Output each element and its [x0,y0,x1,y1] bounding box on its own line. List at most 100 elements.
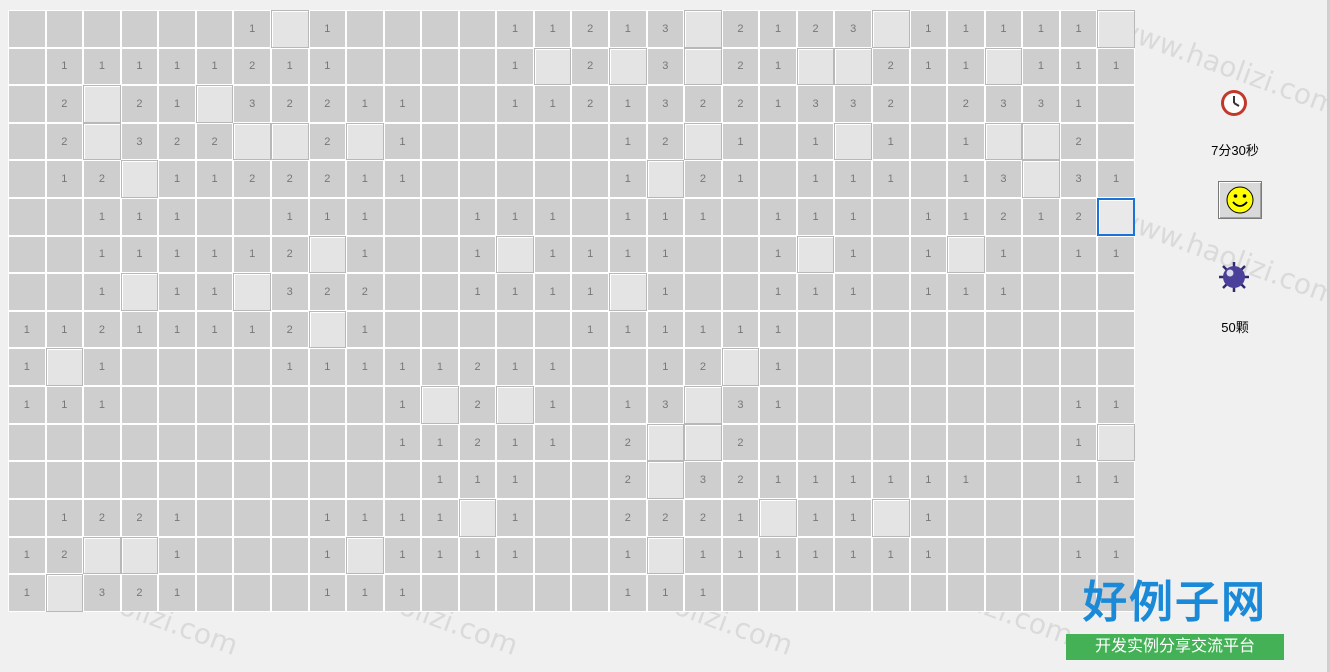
empty-cell[interactable] [8,10,46,48]
hidden-cell[interactable] [496,235,534,274]
number-cell[interactable]: 1 [158,235,196,274]
empty-cell[interactable] [909,310,948,349]
number-cell[interactable]: 1 [383,423,422,462]
empty-cell[interactable] [834,574,872,612]
number-cell[interactable]: 2 [609,461,647,499]
empty-cell[interactable] [533,574,572,612]
empty-cell[interactable] [8,273,46,311]
number-cell[interactable]: 2 [947,85,985,123]
hidden-cell[interactable] [796,235,835,274]
number-cell[interactable]: 1 [458,273,497,311]
number-cell[interactable]: 1 [346,85,384,123]
number-cell[interactable]: 3 [646,85,685,123]
number-cell[interactable]: 1 [383,498,422,537]
number-cell[interactable]: 2 [571,47,609,86]
number-cell[interactable]: 1 [871,536,910,575]
number-cell[interactable]: 1 [759,85,797,123]
empty-cell[interactable] [458,122,497,161]
hidden-cell[interactable] [308,310,347,349]
empty-cell[interactable] [195,198,234,236]
empty-cell[interactable] [871,423,910,462]
number-cell[interactable]: 1 [83,386,121,424]
empty-cell[interactable] [458,85,497,123]
empty-cell[interactable] [909,348,948,387]
number-cell[interactable]: 1 [533,386,572,424]
empty-cell[interactable] [834,386,872,424]
empty-cell[interactable] [120,461,159,499]
number-cell[interactable]: 2 [684,160,722,199]
number-cell[interactable]: 3 [834,85,872,123]
number-cell[interactable]: 1 [195,47,234,86]
number-cell[interactable]: 1 [759,461,797,499]
empty-cell[interactable] [909,423,948,462]
empty-cell[interactable] [984,461,1023,499]
empty-cell[interactable] [421,85,459,123]
empty-cell[interactable] [1059,310,1098,349]
empty-cell[interactable] [1022,273,1060,311]
empty-cell[interactable] [947,310,985,349]
empty-cell[interactable] [346,386,384,424]
empty-cell[interactable] [458,574,497,612]
empty-cell[interactable] [1097,498,1135,537]
empty-cell[interactable] [834,310,872,349]
number-cell[interactable]: 2 [571,85,609,123]
number-cell[interactable]: 1 [984,235,1023,274]
number-cell[interactable]: 1 [533,235,572,274]
number-cell[interactable]: 1 [909,235,948,274]
number-cell[interactable]: 1 [947,198,985,236]
number-cell[interactable]: 2 [45,122,84,161]
empty-cell[interactable] [83,461,121,499]
empty-cell[interactable] [721,198,760,236]
hidden-cell[interactable] [609,47,647,86]
empty-cell[interactable] [571,198,609,236]
number-cell[interactable]: 1 [158,574,196,612]
empty-cell[interactable] [909,574,948,612]
empty-cell[interactable] [8,47,46,86]
number-cell[interactable]: 1 [496,273,534,311]
hidden-cell[interactable] [83,536,121,575]
empty-cell[interactable] [533,122,572,161]
number-cell[interactable]: 1 [1059,536,1098,575]
number-cell[interactable]: 2 [233,160,271,199]
empty-cell[interactable] [346,461,384,499]
empty-cell[interactable] [8,122,46,161]
empty-cell[interactable] [496,310,534,349]
empty-cell[interactable] [383,198,422,236]
empty-cell[interactable] [195,498,234,537]
hidden-cell[interactable] [646,461,685,499]
number-cell[interactable]: 1 [834,235,872,274]
empty-cell[interactable] [346,10,384,48]
empty-cell[interactable] [909,160,948,199]
empty-cell[interactable] [796,310,835,349]
number-cell[interactable]: 1 [909,273,948,311]
empty-cell[interactable] [759,160,797,199]
hidden-cell[interactable] [834,47,872,86]
number-cell[interactable]: 2 [83,160,121,199]
empty-cell[interactable] [8,461,46,499]
empty-cell[interactable] [496,574,534,612]
empty-cell[interactable] [571,498,609,537]
number-cell[interactable]: 2 [721,47,760,86]
empty-cell[interactable] [233,498,271,537]
number-cell[interactable]: 1 [195,160,234,199]
empty-cell[interactable] [721,273,760,311]
hidden-cell[interactable] [120,536,159,575]
number-cell[interactable]: 2 [233,47,271,86]
number-cell[interactable]: 1 [158,498,196,537]
empty-cell[interactable] [1022,386,1060,424]
number-cell[interactable]: 3 [721,386,760,424]
hidden-cell[interactable] [496,386,534,424]
number-cell[interactable]: 1 [871,160,910,199]
number-cell[interactable]: 1 [834,498,872,537]
empty-cell[interactable] [533,310,572,349]
empty-cell[interactable] [383,273,422,311]
number-cell[interactable]: 1 [421,461,459,499]
number-cell[interactable]: 1 [83,198,121,236]
number-cell[interactable]: 1 [1059,386,1098,424]
empty-cell[interactable] [421,198,459,236]
hidden-cell[interactable] [308,235,347,274]
number-cell[interactable]: 1 [721,310,760,349]
hidden-cell[interactable] [796,47,835,86]
empty-cell[interactable] [1097,122,1135,161]
number-cell[interactable]: 2 [308,122,347,161]
